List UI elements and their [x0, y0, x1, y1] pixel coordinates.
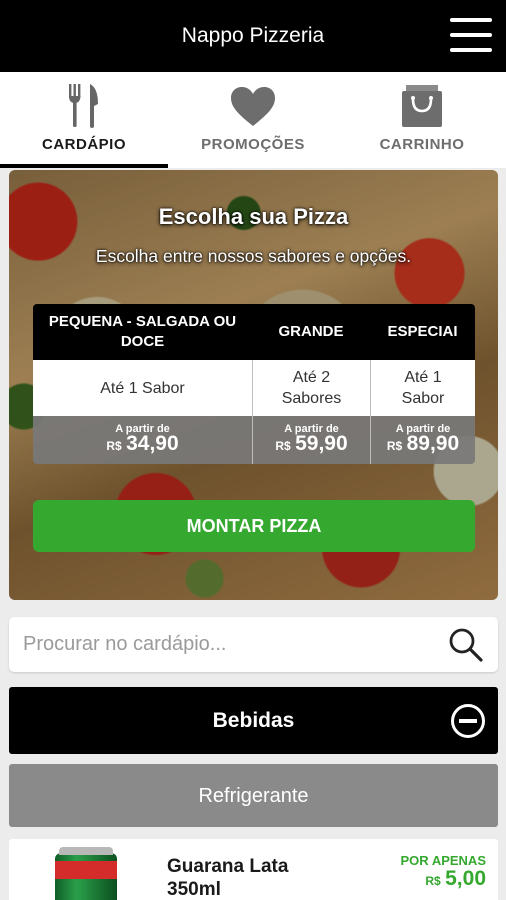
tab-label: CARRINHO [379, 136, 465, 153]
tab-promocoes[interactable]: PROMOÇÕES [169, 72, 337, 168]
tab-bar: CARDÁPIO PROMOÇÕES CARRINHO [0, 72, 506, 168]
size-name: ESPECIAI [370, 304, 475, 360]
app-title: Nappo Pizzeria [181, 24, 325, 47]
currency-symbol: R$ [275, 439, 291, 453]
app-bar: Nappo Pizzeria [0, 0, 506, 72]
size-price: A partir de R$ 59,90 [252, 416, 370, 464]
heart-icon [231, 87, 275, 126]
currency-symbol: R$ [425, 874, 441, 888]
fork-knife-icon [69, 84, 98, 128]
tab-carrinho[interactable]: CARRINHO [338, 72, 506, 168]
price-value: 5,00 [445, 867, 486, 890]
price-value: 34,90 [126, 432, 179, 455]
active-tab-indicator [0, 164, 168, 168]
subcategory-refrigerante[interactable]: Refrigerante [9, 764, 498, 827]
currency-symbol: R$ [106, 439, 122, 453]
subcategory-title: Refrigerante [198, 785, 309, 807]
size-flavors: Até 1 Sabor [370, 360, 475, 416]
size-option-especiai[interactable]: ESPECIAI Até 1 Sabor A partir de R$ 89,9… [370, 304, 475, 464]
banner-title: Escolha sua Pizza [158, 204, 349, 229]
banner-subtitle: Escolha entre nossos sabores e opções. [95, 246, 412, 266]
product-image [55, 847, 117, 900]
product-price: R$ 5,00 [425, 867, 486, 891]
tab-label: CARDÁPIO [41, 136, 126, 153]
category-header-bebidas[interactable]: Bebidas [9, 687, 498, 754]
price-value: 59,90 [295, 432, 348, 455]
menu-search-bar [9, 617, 498, 672]
size-price: A partir de R$ 89,90 [370, 416, 475, 464]
montar-pizza-button[interactable]: MONTAR PIZZA [33, 500, 475, 552]
search-input[interactable] [23, 617, 433, 672]
size-option-grande[interactable]: GRANDE Até 2 Sabores A partir de R$ 59,9… [252, 304, 370, 464]
tab-label: PROMOÇÕES [201, 136, 305, 153]
shopping-bag-icon [402, 85, 442, 127]
size-name: GRANDE [252, 304, 370, 360]
price-value: 89,90 [406, 432, 460, 455]
size-flavors: Até 1 Sabor [33, 360, 252, 416]
product-name: Guarana Lata 350ml [167, 856, 289, 900]
hamburger-menu-button[interactable] [450, 16, 494, 54]
pizza-builder-banner: Escolha sua Pizza Escolha entre nossos s… [9, 170, 498, 600]
tab-cardapio[interactable]: CARDÁPIO [0, 72, 168, 168]
currency-symbol: R$ [386, 439, 403, 453]
product-item[interactable]: Guarana Lata 350ml POR APENAS R$ 5,00 [9, 839, 498, 900]
pizza-size-table: PEQUENA - SALGADA OU DOCE Até 1 Sabor A … [33, 304, 475, 464]
size-price: A partir de R$ 34,90 [33, 416, 252, 464]
collapse-minus-icon[interactable] [450, 703, 486, 739]
search-icon[interactable] [448, 627, 484, 663]
size-name: PEQUENA - SALGADA OU DOCE [33, 304, 252, 360]
price-prefix-label: POR APENAS [400, 853, 486, 868]
size-option-pequena[interactable]: PEQUENA - SALGADA OU DOCE Até 1 Sabor A … [33, 304, 252, 464]
category-title: Bebidas [212, 709, 295, 732]
size-flavors: Até 2 Sabores [252, 360, 370, 416]
